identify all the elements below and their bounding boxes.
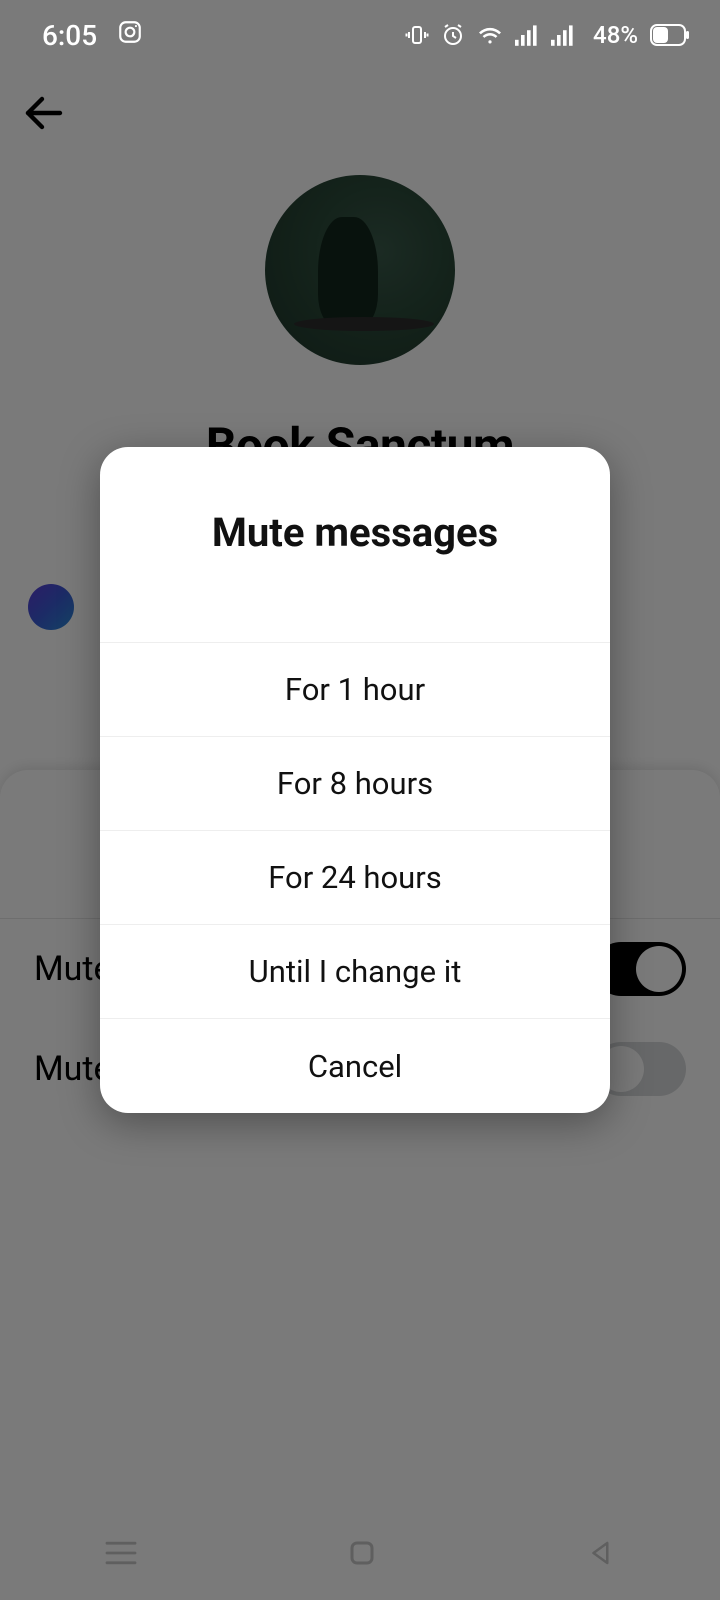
instagram-icon: [117, 19, 143, 52]
status-time: 6:05: [42, 19, 97, 52]
cancel-button[interactable]: Cancel: [100, 1019, 610, 1113]
vibrate-icon: [405, 23, 429, 47]
battery-icon: [650, 24, 690, 46]
mute-option-24-hours[interactable]: For 24 hours: [100, 831, 610, 925]
mute-option-1-hour[interactable]: For 1 hour: [100, 643, 610, 737]
dialog-title: Mute messages: [100, 447, 610, 643]
alarm-icon: [441, 23, 465, 47]
status-bar: 6:05 48%: [0, 0, 720, 70]
back-nav-icon[interactable]: [586, 1538, 616, 1572]
mute-option-8-hours[interactable]: For 8 hours: [100, 737, 610, 831]
status-bar-left: 6:05: [42, 19, 143, 52]
mute-messages-dialog: Mute messages For 1 hour For 8 hours For…: [100, 447, 610, 1113]
status-bar-right: 48%: [405, 21, 690, 49]
battery-percent: 48%: [593, 21, 638, 49]
wifi-icon: [477, 23, 503, 47]
signal-icon-1: [515, 24, 539, 46]
home-icon[interactable]: [347, 1538, 377, 1572]
navigation-bar: [0, 1510, 720, 1600]
signal-icon-2: [551, 24, 575, 46]
recents-icon[interactable]: [104, 1539, 138, 1571]
mute-option-until-change[interactable]: Until I change it: [100, 925, 610, 1019]
